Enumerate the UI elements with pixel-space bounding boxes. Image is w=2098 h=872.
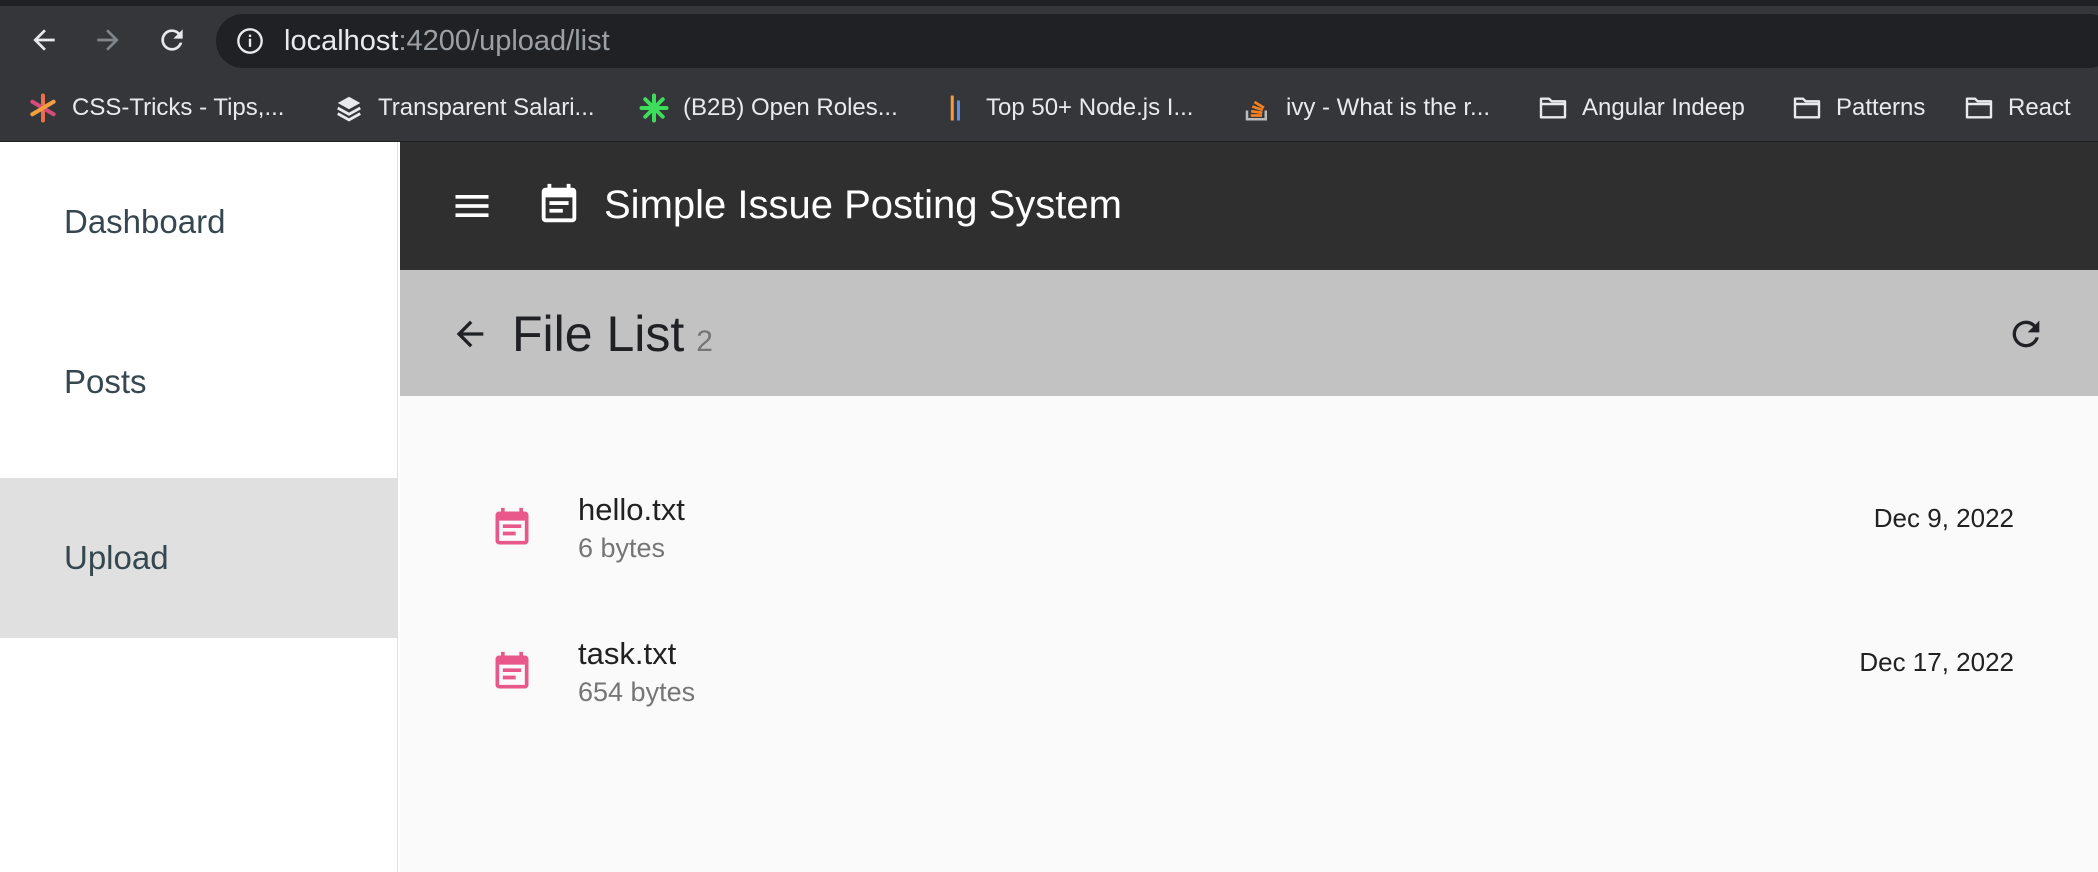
- bookmark-folder-angular-indeep[interactable]: Angular Indeep: [1536, 88, 1745, 128]
- browser-toolbar: localhost:4200/upload/list: [0, 0, 2098, 72]
- folder-icon: [1536, 91, 1570, 125]
- url-host: localhost: [284, 25, 399, 57]
- sidebar-item-dashboard[interactable]: Dashboard: [0, 142, 398, 302]
- file-list: hello.txt 6 bytes Dec 9, 2022 task.txt 6…: [400, 396, 2098, 872]
- bookmark-label: React: [2008, 94, 2071, 121]
- folder-icon: [1790, 91, 1824, 125]
- page-title: File List 2: [512, 306, 713, 370]
- address-bar[interactable]: localhost:4200/upload/list: [216, 14, 2098, 68]
- browser-reload-button[interactable]: [152, 20, 192, 60]
- sidebar-item-label: Upload: [64, 539, 169, 576]
- browser-forward-button[interactable]: [88, 20, 128, 60]
- stack-icon: [1240, 91, 1274, 125]
- folder-icon: [1962, 91, 1996, 125]
- layers-icon: [332, 91, 366, 125]
- sidebar-nav: Dashboard Posts Upload: [0, 142, 398, 872]
- address-bar-url[interactable]: localhost:4200/upload/list: [284, 26, 610, 56]
- page-header: File List 2: [400, 270, 2098, 396]
- asterisk-icon: [26, 91, 60, 125]
- sidebar-item-label: Posts: [64, 363, 147, 400]
- page-title-text: File List: [512, 306, 685, 362]
- site-info-icon[interactable]: [236, 27, 264, 55]
- bookmark-folder-react[interactable]: React: [1962, 88, 2071, 128]
- file-size: 654 bytes: [578, 677, 696, 707]
- bookmark-label: Top 50+ Node.js I...: [986, 94, 1194, 121]
- list-item[interactable]: task.txt 654 bytes Dec 17, 2022: [400, 620, 2098, 740]
- file-name: hello.txt: [578, 492, 685, 527]
- file-date: Dec 9, 2022: [1873, 503, 2014, 533]
- refresh-icon[interactable]: [2006, 314, 2046, 354]
- list-item[interactable]: hello.txt 6 bytes Dec 9, 2022: [400, 476, 2098, 596]
- bookmark-b2b-open-roles[interactable]: (B2B) Open Roles...: [637, 88, 898, 128]
- event-note-icon: [541, 183, 577, 223]
- sidebar-item-label: Dashboard: [64, 203, 226, 240]
- bookmark-label: (B2B) Open Roles...: [683, 94, 898, 121]
- file-date: Dec 17, 2022: [1859, 647, 2014, 677]
- forward-arrow-icon: [97, 29, 119, 51]
- bookmark-folder-patterns[interactable]: Patterns: [1790, 88, 1925, 128]
- sidebar-item-posts[interactable]: Posts: [0, 302, 398, 462]
- bookmark-label: Transparent Salari...: [378, 94, 595, 121]
- asterisk-icon: [637, 91, 671, 125]
- bars-icon: [940, 91, 974, 125]
- menu-icon[interactable]: [450, 184, 494, 228]
- bookmark-label: CSS-Tricks - Tips,...: [72, 94, 285, 121]
- event-note-icon: [495, 651, 529, 689]
- reload-icon: [161, 29, 183, 51]
- bookmark-label: Angular Indeep: [1582, 94, 1745, 121]
- bookmark-transparent-salaries[interactable]: Transparent Salari...: [332, 88, 595, 128]
- app-toolbar: Simple Issue Posting System: [400, 142, 2098, 270]
- event-note-icon: [495, 507, 529, 545]
- bookmark-nodejs-interview[interactable]: Top 50+ Node.js I...: [940, 88, 1193, 128]
- browser-tab-strip-edge: [0, 0, 2098, 6]
- bookmarks-bar: CSS-Tricks - Tips,... Transparent Salari…: [0, 72, 2098, 142]
- bookmark-label: ivy - What is the r...: [1286, 94, 1491, 121]
- sidebar-item-upload[interactable]: Upload: [0, 478, 398, 638]
- file-count: 2: [696, 325, 713, 358]
- bookmark-label: Patterns: [1836, 94, 1926, 121]
- file-size: 6 bytes: [578, 533, 666, 563]
- browser-back-button[interactable]: [24, 20, 64, 60]
- file-name: task.txt: [578, 636, 677, 671]
- app-title: Simple Issue Posting System: [604, 183, 1122, 227]
- bookmark-css-tricks[interactable]: CSS-Tricks - Tips,...: [26, 88, 284, 128]
- back-arrow-icon[interactable]: [450, 314, 490, 354]
- url-path: :4200/upload/list: [398, 25, 610, 57]
- bookmark-ivy-stackoverflow[interactable]: ivy - What is the r...: [1240, 88, 1490, 128]
- back-arrow-icon: [33, 29, 55, 51]
